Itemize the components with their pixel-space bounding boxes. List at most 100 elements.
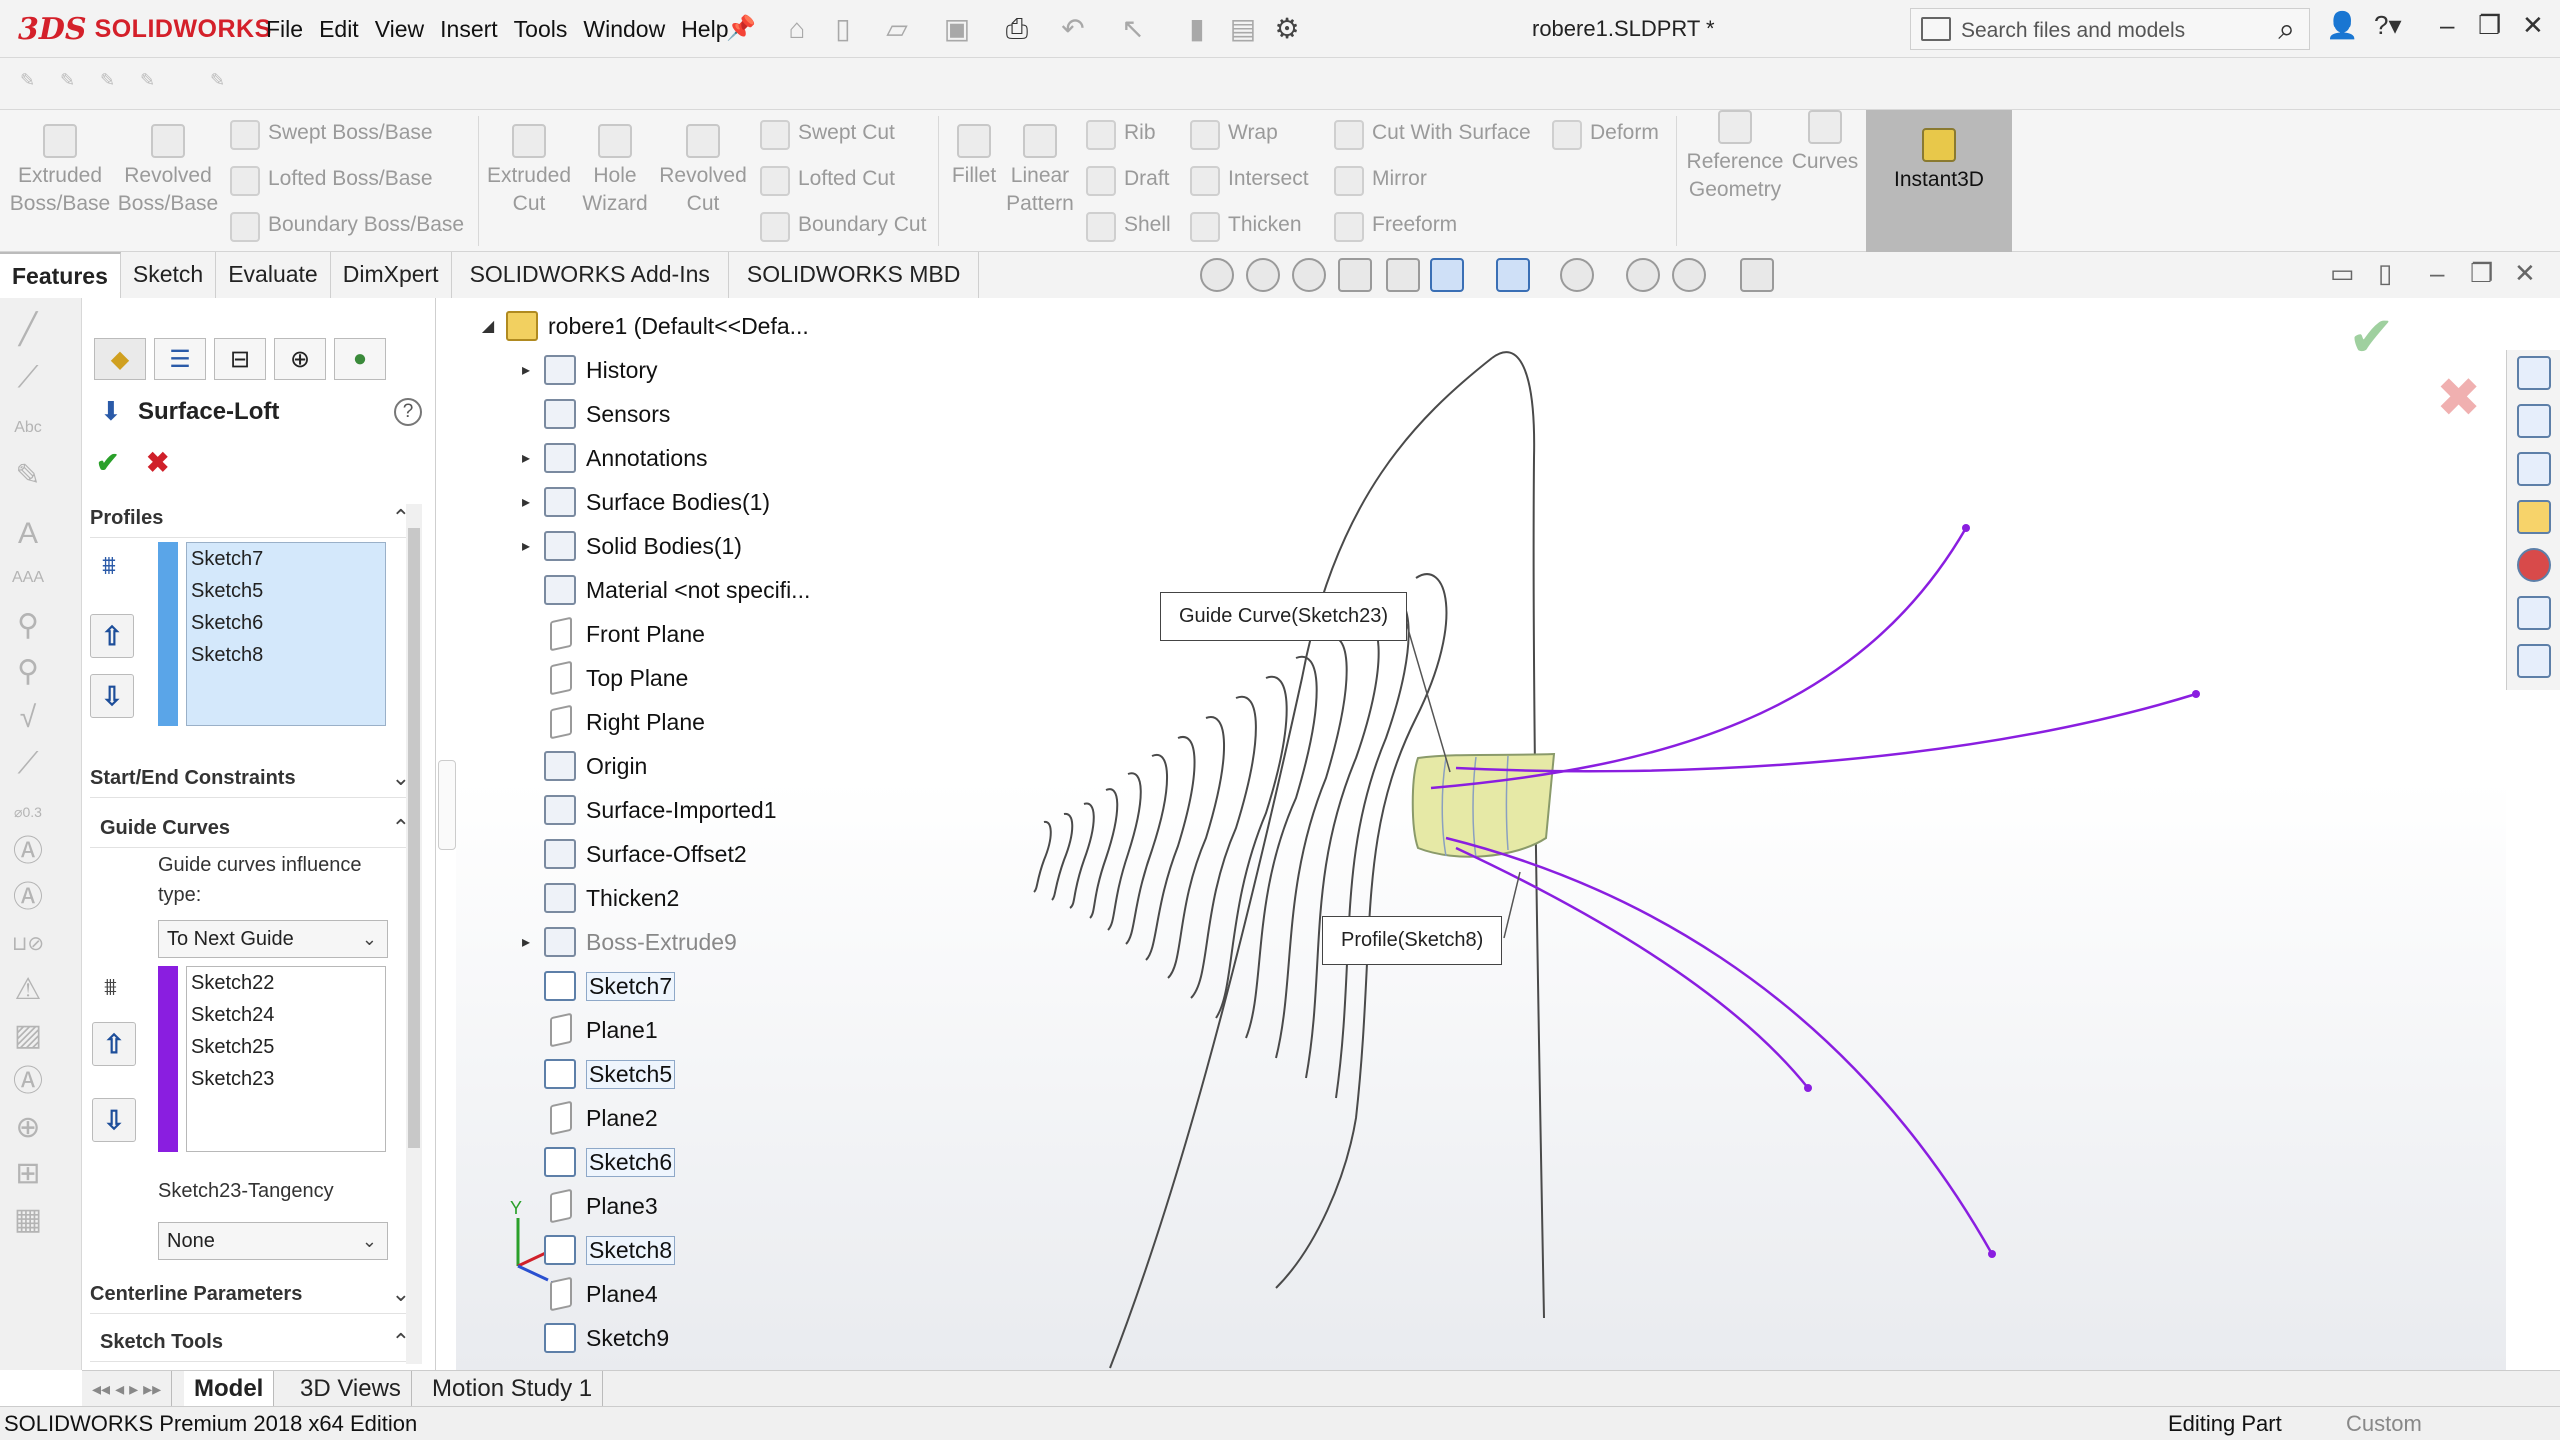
- search-icon[interactable]: ⌕: [2278, 13, 2295, 47]
- guide-curve[interactable]: [1430, 527, 1968, 790]
- ok-button[interactable]: ✔: [96, 446, 119, 479]
- reference-geometry-button[interactable]: Reference Geometry: [1680, 110, 1790, 204]
- doc-close-icon[interactable]: ✕: [2514, 258, 2536, 289]
- guide-move-up-button[interactable]: ⇧: [92, 1022, 136, 1066]
- apply-scene-icon[interactable]: [1672, 258, 1706, 292]
- tree-item-surface-bodies-1[interactable]: ▸ Surface Bodies(1): [508, 482, 770, 522]
- lofted-boss-button[interactable]: Lofted Boss/Base: [228, 162, 433, 196]
- list-item[interactable]: Sketch8: [191, 639, 385, 671]
- doc-minimize-icon[interactable]: –: [2430, 258, 2444, 289]
- confirm-check-icon[interactable]: ✔: [2348, 304, 2395, 370]
- mirror-button[interactable]: Mirror: [1332, 162, 1427, 196]
- extruded-cut-button[interactable]: Extruded Cut: [482, 124, 576, 218]
- line-tool-icon[interactable]: ╱: [10, 312, 46, 348]
- instant3d-button[interactable]: Instant3D: [1866, 110, 2012, 252]
- tree-item-thicken2[interactable]: Thicken2: [508, 878, 679, 918]
- guide-curves-list[interactable]: Sketch22 Sketch24 Sketch25 Sketch23: [186, 966, 386, 1152]
- tree-item-material-not-specifi[interactable]: Material <not specifi...: [508, 570, 810, 610]
- tool-icon[interactable]: ✎: [20, 70, 35, 91]
- menu-window[interactable]: Window: [575, 14, 673, 45]
- note-icon[interactable]: A: [10, 516, 46, 552]
- appearances-icon[interactable]: [2517, 548, 2551, 582]
- tab-mbd[interactable]: SOLIDWORKS MBD: [729, 252, 980, 298]
- area-hatch-icon[interactable]: ▨: [10, 1018, 46, 1054]
- centerline-icon[interactable]: ⊞: [10, 1156, 46, 1192]
- undo-icon[interactable]: ↶: [1056, 14, 1090, 44]
- profiles-section-header[interactable]: Profiles ⌃: [90, 498, 410, 538]
- viewport-single-icon[interactable]: ▯: [2378, 258, 2392, 289]
- list-item[interactable]: Sketch5: [191, 575, 385, 607]
- list-item[interactable]: Sketch23: [191, 1063, 385, 1095]
- section-view-icon[interactable]: [1338, 258, 1372, 292]
- thicken-button[interactable]: Thicken: [1188, 208, 1302, 242]
- units-text[interactable]: Custom: [2346, 1411, 2422, 1437]
- tab-dimxpert[interactable]: DimXpert: [331, 252, 452, 298]
- guide-curve[interactable]: [1455, 846, 1809, 1089]
- display-style-icon[interactable]: [1496, 258, 1530, 292]
- center-mark-icon[interactable]: ⊕: [10, 1110, 46, 1146]
- dynamic-annotation-icon[interactable]: [1386, 258, 1420, 292]
- pin-icon[interactable]: 📌: [724, 14, 758, 44]
- boundary-boss-button[interactable]: Boundary Boss/Base: [228, 208, 464, 242]
- tree-item-solid-bodies-1[interactable]: ▸ Solid Bodies(1): [508, 526, 742, 566]
- pm-scrollbar[interactable]: [406, 504, 422, 1364]
- shell-button[interactable]: Shell: [1084, 208, 1171, 242]
- cut-with-surface-button[interactable]: Cut With Surface: [1332, 116, 1531, 150]
- file-explorer-icon[interactable]: [2517, 452, 2551, 486]
- tab-scroll-icon[interactable]: ◂◂ ◂ ▸ ▸▸: [82, 1371, 173, 1407]
- tab-sketch[interactable]: Sketch: [121, 252, 217, 298]
- block-icon[interactable]: Ⓐ: [10, 1064, 46, 1100]
- expand-arrow-icon[interactable]: ▸: [508, 360, 544, 380]
- callout-guide-curve[interactable]: Guide Curve(Sketch23): [1160, 592, 1407, 641]
- deform-button[interactable]: Deform: [1550, 116, 1659, 150]
- guide-curves-header[interactable]: Guide Curves ⌃: [90, 808, 410, 848]
- datum-feature-icon[interactable]: Ⓐ: [10, 834, 46, 870]
- feature-manager-tab-icon[interactable]: ◆: [94, 338, 146, 380]
- draft-button[interactable]: Draft: [1084, 162, 1170, 196]
- help-icon[interactable]: ?▾: [2374, 10, 2402, 41]
- tree-item-surface-imported1[interactable]: Surface-Imported1: [508, 790, 776, 830]
- open-folder-icon[interactable]: ▱: [880, 14, 914, 44]
- menu-file[interactable]: File: [258, 14, 311, 45]
- folder-icon[interactable]: [1921, 17, 1951, 41]
- fillet-button[interactable]: Fillet: [944, 124, 1004, 190]
- list-item[interactable]: Sketch24: [191, 999, 385, 1031]
- hole-callout-icon[interactable]: ⌀0.3: [10, 794, 46, 830]
- extruded-boss-button[interactable]: Extruded Boss/Base: [8, 124, 112, 218]
- dimxpert-manager-tab-icon[interactable]: ⊕: [274, 338, 326, 380]
- menu-view[interactable]: View: [367, 14, 432, 45]
- resources-home-icon[interactable]: [2517, 356, 2551, 390]
- revolved-cut-button[interactable]: Revolved Cut: [656, 124, 750, 218]
- save-icon[interactable]: ▣: [940, 14, 974, 44]
- tree-item-plane4[interactable]: Plane4: [508, 1274, 658, 1314]
- doc-restore-icon[interactable]: ❐: [2470, 258, 2493, 289]
- surface-finish-icon[interactable]: √: [10, 700, 46, 736]
- tree-item-front-plane[interactable]: Front Plane: [508, 614, 705, 654]
- tree-item-sensors[interactable]: Sensors: [508, 394, 670, 434]
- tool-icon[interactable]: ✎: [140, 70, 155, 91]
- tree-item-sketch6[interactable]: Sketch6: [508, 1142, 676, 1182]
- swept-cut-button[interactable]: Swept Cut: [758, 116, 895, 150]
- view-settings-icon[interactable]: [1740, 258, 1774, 292]
- tool-icon[interactable]: ✎: [210, 70, 225, 91]
- tree-item-sketch8[interactable]: Sketch8: [508, 1230, 676, 1270]
- tangency-dropdown[interactable]: None ⌄: [158, 1222, 388, 1260]
- datum-target-icon[interactable]: Ⓐ: [10, 880, 46, 916]
- collapse-arrow-icon[interactable]: ◢: [470, 316, 506, 336]
- minimize-icon[interactable]: –: [2440, 10, 2454, 41]
- tree-item-annotations[interactable]: ▸ Annotations: [508, 438, 707, 478]
- move-up-button[interactable]: ⇧: [90, 614, 134, 658]
- linear-note-pattern-icon[interactable]: AAA: [10, 560, 46, 596]
- home-icon[interactable]: ⌂: [780, 14, 814, 44]
- guide-curve[interactable]: [1445, 836, 1994, 1255]
- expand-arrow-icon[interactable]: ▸: [508, 448, 544, 468]
- tab-features[interactable]: Features: [0, 252, 121, 298]
- centerline-parameters-header[interactable]: Centerline Parameters ⌄: [90, 1274, 410, 1314]
- options-gear-icon[interactable]: ⚙: [1270, 14, 1304, 44]
- guide-move-down-button[interactable]: ⇩: [92, 1098, 136, 1142]
- table-icon[interactable]: ▦: [10, 1202, 46, 1238]
- freeform-button[interactable]: Freeform: [1332, 208, 1457, 242]
- tree-item-plane3[interactable]: Plane3: [508, 1186, 658, 1226]
- boundary-cut-button[interactable]: Boundary Cut: [758, 208, 926, 242]
- list-item[interactable]: Sketch6: [191, 607, 385, 639]
